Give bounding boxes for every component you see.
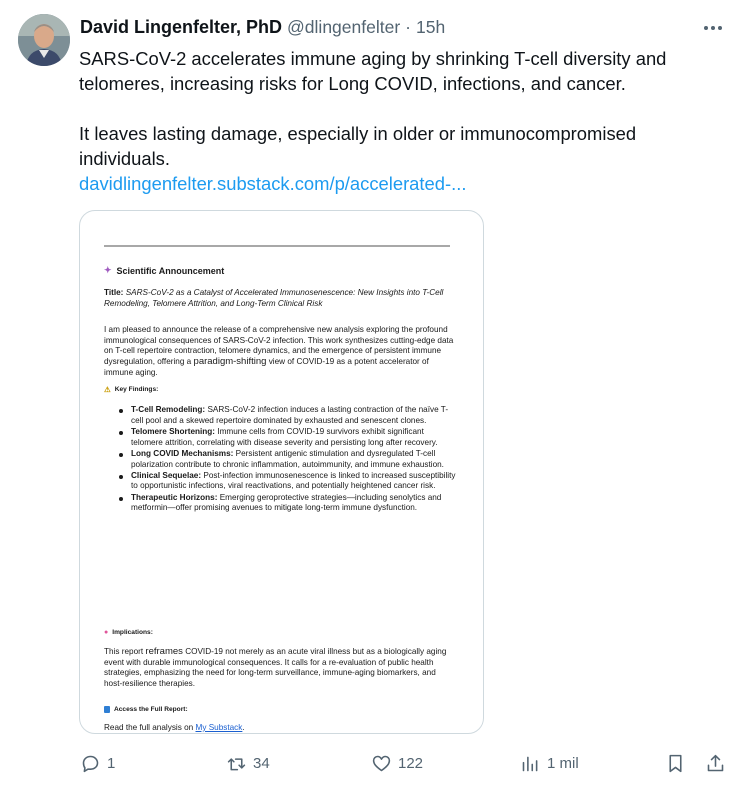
author-name[interactable]: David Lingenfelter, PhD xyxy=(80,17,282,38)
share-icon xyxy=(707,754,724,771)
tweet: David Lingenfelter, PhD @dlingenfelter ·… xyxy=(0,0,740,790)
tweet-header: David Lingenfelter, PhD @dlingenfelter ·… xyxy=(80,17,680,43)
warning-icon: ⚠ xyxy=(104,385,111,394)
reply-icon xyxy=(82,755,99,772)
implications-paragraph: This report reframes COVID-19 not merely… xyxy=(104,646,447,689)
like-button[interactable]: 122 xyxy=(371,748,423,778)
list-item: Long COVID Mechanisms: Persistent antige… xyxy=(116,449,456,470)
tweet-text-line: individuals. xyxy=(79,148,170,169)
share-button[interactable] xyxy=(705,748,726,778)
list-item: T-Cell Remodeling: SARS-CoV-2 infection … xyxy=(116,405,456,426)
tweet-link[interactable]: davidlingenfelter.substack.com/p/acceler… xyxy=(79,173,466,194)
views-count: 1 mil xyxy=(547,754,579,772)
avatar[interactable] xyxy=(18,14,70,66)
access-heading: Access the Full Report: xyxy=(104,706,188,713)
key-findings-heading: ⚠ Key Findings: xyxy=(104,385,159,394)
repost-count: 34 xyxy=(253,754,270,772)
substack-link[interactable]: My Substack xyxy=(196,723,243,732)
findings-list: T-Cell Remodeling: SARS-CoV-2 infection … xyxy=(116,405,456,515)
media-image[interactable]: ✦ Scientific Announcement Title: SARS-Co… xyxy=(79,210,484,734)
document-title: Title: SARS-CoV-2 as a Catalyst of Accel… xyxy=(104,288,444,308)
more-options-icon[interactable] xyxy=(702,20,724,36)
views-button[interactable]: 1 mil xyxy=(520,748,579,778)
reply-button[interactable]: 1 xyxy=(80,748,115,778)
separator-dot: · xyxy=(405,17,411,37)
implications-heading: ● Implications: xyxy=(104,629,153,636)
tweet-text: SARS-CoV-2 accelerates immune aging by s… xyxy=(79,46,709,196)
bookmark-button[interactable] xyxy=(665,748,686,778)
like-count: 122 xyxy=(398,754,424,772)
read-line: Read the full analysis on My Substack. xyxy=(104,723,245,732)
avatar-photo xyxy=(18,14,70,66)
list-item: Telomere Shortening: Immune cells from C… xyxy=(116,427,456,448)
heart-icon xyxy=(372,755,391,771)
list-item: Therapeutic Horizons: Emerging geroprote… xyxy=(116,493,456,514)
reply-count: 1 xyxy=(107,754,116,772)
tweet-text-line: telomeres, increasing risks for Long COV… xyxy=(79,73,626,94)
author-handle[interactable]: @dlingenfelter xyxy=(287,17,400,38)
list-item: Clinical Sequelae: Post-infection immuno… xyxy=(116,471,456,492)
tweet-text-line: SARS-CoV-2 accelerates immune aging by s… xyxy=(79,48,667,69)
repost-button[interactable]: 34 xyxy=(226,748,270,778)
action-bar: 1 34 122 1 mil xyxy=(0,748,740,778)
sparkles-icon: ✦ xyxy=(104,265,112,275)
brain-icon: ● xyxy=(104,629,109,636)
bookmark-icon xyxy=(669,754,682,772)
views-icon xyxy=(522,756,538,771)
repost-icon xyxy=(227,757,246,770)
announcement-heading: ✦ Scientific Announcement xyxy=(104,265,225,276)
book-icon xyxy=(104,706,110,713)
tweet-text-line: It leaves lasting damage, especially in … xyxy=(79,123,637,144)
intro-paragraph: I am pleased to announce the release of … xyxy=(104,325,454,377)
divider xyxy=(104,245,450,247)
timestamp[interactable]: 15h xyxy=(416,17,445,38)
